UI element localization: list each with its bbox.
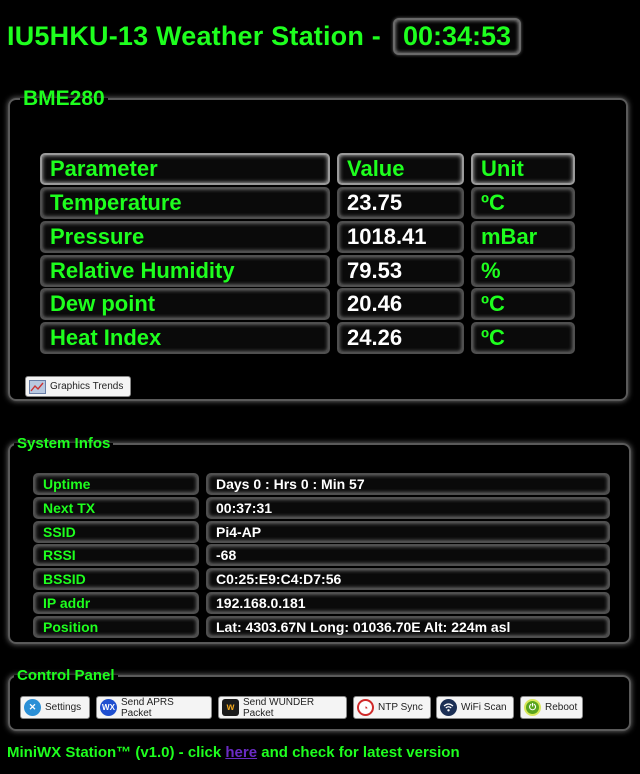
version-link[interactable]: here [225, 744, 257, 761]
clock-display: 00:34:53 [392, 17, 522, 55]
control-panel-legend: Control Panel [17, 667, 115, 684]
value-ip-addr: 192.168.0.181 [206, 592, 610, 614]
param-heat-index: Heat Index [40, 322, 330, 354]
graphics-trends-label: Graphics Trends [50, 381, 124, 392]
label-next-tx: Next TX [33, 497, 199, 519]
label-position: Position [33, 616, 199, 638]
settings-button-label: Settings [45, 702, 82, 713]
unit-dew-point: ºC [471, 288, 575, 320]
wifi-icon [440, 699, 457, 716]
bme280-legend: BME280 [23, 87, 105, 110]
value-dew-point: 20.46 [337, 288, 464, 320]
settings-button[interactable]: ✕ Settings [20, 696, 90, 719]
footer: MiniWX Station™ (v1.0) - click here and … [7, 744, 460, 761]
param-pressure: Pressure [40, 221, 330, 253]
value-pressure: 1018.41 [337, 221, 464, 253]
footer-prefix: MiniWX Station™ (v1.0) - click [7, 744, 226, 761]
page-header: IU5HKU-13 Weather Station - 00:34:53 [7, 14, 522, 58]
param-dew-point: Dew point [40, 288, 330, 320]
page-title: IU5HKU-13 Weather Station - [7, 20, 381, 51]
wrench-icon: ✕ [24, 699, 41, 716]
wifi-scan-button[interactable]: WiFi Scan [436, 696, 514, 719]
value-ssid: Pi4-AP [206, 521, 610, 543]
unit-temperature: ºC [471, 187, 575, 219]
label-uptime: Uptime [33, 473, 199, 495]
column-header-unit: Unit [471, 153, 575, 185]
value-next-tx: 00:37:31 [206, 497, 610, 519]
send-aprs-button-label: Send APRS Packet [121, 696, 174, 719]
wunderground-icon: w [222, 699, 239, 716]
column-header-value: Value [337, 153, 464, 185]
label-ssid: SSID [33, 521, 199, 543]
wifi-scan-button-label: WiFi Scan [461, 702, 507, 713]
value-rssi: -68 [206, 544, 610, 566]
value-temperature: 23.75 [337, 187, 464, 219]
label-bssid: BSSID [33, 568, 199, 590]
reboot-button[interactable]: ⏻ Reboot [520, 696, 583, 719]
value-uptime: Days 0 : Hrs 0 : Min 57 [206, 473, 610, 495]
param-temperature: Temperature [40, 187, 330, 219]
value-position: Lat: 4303.67N Long: 01036.70E Alt: 224m … [206, 616, 610, 638]
graphics-trends-button[interactable]: Graphics Trends [25, 376, 131, 397]
wx-icon: WX [100, 699, 117, 716]
bme280-panel: BME280 Parameter Value Unit Temperature … [8, 87, 628, 401]
param-humidity: Relative Humidity [40, 255, 330, 287]
ntp-sync-button-label: NTP Sync [378, 702, 423, 713]
reboot-button-label: Reboot [545, 702, 578, 713]
column-header-parameter: Parameter [40, 153, 330, 185]
unit-pressure: mBar [471, 221, 575, 253]
control-panel: Control Panel ✕ Settings WX Send APRS Pa… [8, 667, 631, 731]
label-rssi: RSSI [33, 544, 199, 566]
ntp-sync-button[interactable]: ◔ NTP Sync [353, 696, 431, 719]
footer-suffix: and check for latest version [257, 744, 460, 761]
label-ip-addr: IP addr [33, 592, 199, 614]
value-bssid: C0:25:E9:C4:D7:56 [206, 568, 610, 590]
value-heat-index: 24.26 [337, 322, 464, 354]
send-wunder-button-label: Send WUNDER Packet [243, 696, 315, 719]
unit-heat-index: ºC [471, 322, 575, 354]
unit-humidity: % [471, 255, 575, 287]
clock-icon: ◔ [357, 699, 374, 716]
send-aprs-button[interactable]: WX Send APRS Packet [96, 696, 212, 719]
power-icon: ⏻ [524, 699, 541, 716]
system-infos-legend: System Infos [17, 435, 111, 452]
system-infos-panel: System Infos Uptime Days 0 : Hrs 0 : Min… [8, 435, 631, 644]
send-wunder-button[interactable]: w Send WUNDER Packet [218, 696, 347, 719]
chart-icon [29, 379, 46, 394]
value-humidity: 79.53 [337, 255, 464, 287]
